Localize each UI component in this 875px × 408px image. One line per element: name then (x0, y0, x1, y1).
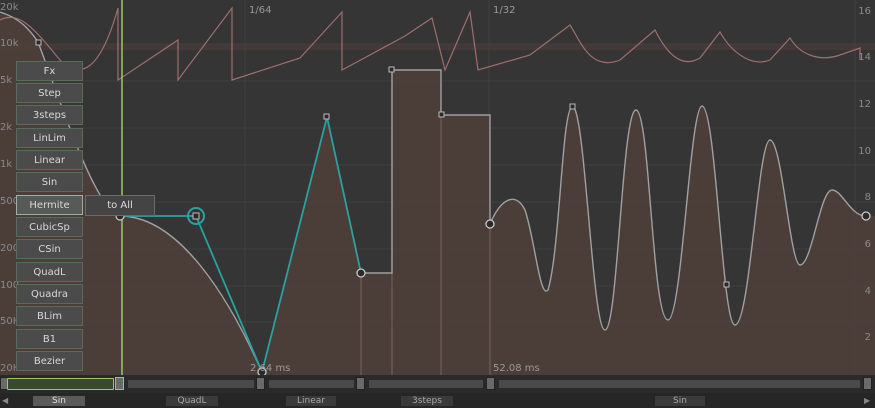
y-tick-right: 2 (864, 332, 871, 343)
y-tick-left: 1k (0, 159, 13, 170)
time-marker: 1/32 (493, 5, 516, 16)
segment-handle[interactable] (115, 377, 124, 390)
shape-bezier[interactable]: Bezier (16, 351, 83, 371)
segment-handle[interactable] (863, 377, 872, 390)
y-tick-right: 10 (858, 146, 871, 157)
y-tick-left: 5k (0, 75, 13, 86)
segment-label[interactable]: 3steps (401, 396, 453, 406)
shape-fx[interactable]: Fx (16, 61, 83, 81)
y-tick-right: 12 (858, 99, 871, 110)
shape-sin[interactable]: Sin (16, 172, 83, 192)
segment-track[interactable] (499, 380, 860, 388)
y-tick-left: 2k (0, 122, 13, 133)
segment-label[interactable]: Linear (286, 396, 336, 406)
control-point (569, 103, 576, 110)
y-tick-right: 14 (858, 52, 871, 63)
segment-label[interactable]: Sin (33, 396, 85, 406)
shape-b1[interactable]: B1 (16, 329, 83, 349)
node-point (485, 219, 495, 229)
apply-to-all-button[interactable]: to All (85, 195, 155, 216)
shape-csin[interactable]: CSin (16, 239, 83, 259)
segment-track[interactable] (128, 380, 254, 388)
segment-label[interactable]: Sin (655, 396, 705, 406)
envelope-fill (0, 12, 875, 375)
segment-track[interactable] (269, 380, 354, 388)
control-point (388, 66, 395, 73)
segment-handle[interactable] (356, 377, 365, 390)
segment-bar[interactable] (0, 375, 875, 393)
control-point (192, 212, 200, 220)
segment-track-active[interactable] (7, 378, 114, 390)
control-point (35, 39, 42, 46)
shape-step[interactable]: Step (16, 83, 83, 103)
shape-3steps[interactable]: 3steps (16, 105, 83, 125)
time-readout: 2.64 ms (250, 363, 291, 374)
control-point (723, 281, 730, 288)
y-tick-right: 6 (864, 239, 871, 250)
shape-linlim[interactable]: LinLim (16, 128, 83, 148)
segment-track[interactable] (369, 380, 483, 388)
control-point (438, 111, 445, 118)
time-readout: 52.08 ms (493, 363, 540, 374)
node-point (356, 268, 366, 278)
y-tick-right: 4 (864, 286, 871, 297)
y-tick-left: 10k (0, 38, 19, 49)
shape-linear[interactable]: Linear (16, 150, 83, 170)
time-marker: 1/64 (249, 5, 272, 16)
scroll-left-icon[interactable]: ◀ (2, 393, 8, 408)
y-tick-right: 16 (858, 6, 871, 17)
segment-handle[interactable] (256, 377, 265, 390)
shape-cubicsp[interactable]: CubicSp (16, 217, 83, 237)
curve-canvas[interactable] (0, 0, 875, 375)
segment-label-bar: ◀ Sin QuadL Linear 3steps Sin ▶ (0, 393, 875, 408)
reference-band (0, 44, 875, 50)
scroll-right-icon[interactable]: ▶ (864, 393, 870, 408)
node-point (861, 211, 871, 221)
shape-quadra[interactable]: Quadra (16, 284, 83, 304)
shape-blim[interactable]: BLim (16, 306, 83, 326)
shape-hermite[interactable]: Hermite (16, 195, 83, 215)
segment-handle[interactable] (486, 377, 495, 390)
curve-editor[interactable]: 20k 10k 5k 2k 1k 500 200 100 50H 20H 16 … (0, 0, 875, 408)
segment-label[interactable]: QuadL (166, 396, 218, 406)
y-tick-left: 20k (0, 2, 19, 13)
y-tick-right: 8 (864, 192, 871, 203)
shape-quadl[interactable]: QuadL (16, 262, 83, 282)
control-point (323, 113, 330, 120)
